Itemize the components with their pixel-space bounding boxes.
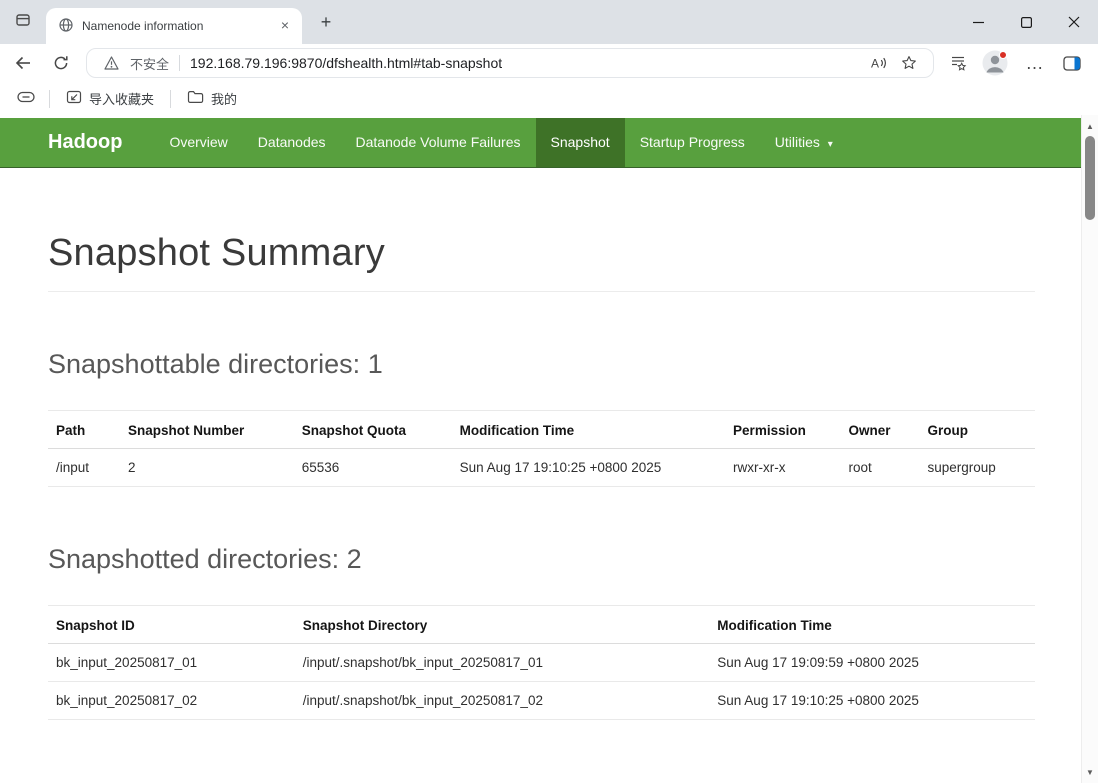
maximize-button[interactable]: [1002, 0, 1050, 44]
column-header-snapshot-quota: Snapshot Quota: [294, 411, 452, 449]
minimize-button[interactable]: [954, 0, 1002, 44]
read-aloud-button[interactable]: A: [866, 51, 890, 75]
cell-path: /input: [48, 449, 120, 487]
cell-permission: rwxr-xr-x: [725, 449, 840, 487]
sidebar-toggle-button[interactable]: [1058, 49, 1086, 77]
cell-snapshot-directory: /input/.snapshot/bk_input_20250817_01: [295, 644, 710, 682]
globe-icon: [58, 17, 74, 36]
browser-tab-strip: Namenode information × +: [0, 0, 1098, 44]
bookmarks-separator: [49, 90, 50, 108]
folder-icon: [187, 90, 204, 107]
table-header-row: Snapshot ID Snapshot Directory Modificat…: [48, 606, 1035, 644]
url-text: 192.168.79.196:9870/dfshealth.html#tab-s…: [190, 55, 502, 71]
vertical-scrollbar[interactable]: ▲ ▼: [1081, 115, 1098, 783]
cell-snapshot-id: bk_input_20250817_02: [48, 682, 295, 720]
table-row: bk_input_20250817_02 /input/.snapshot/bk…: [48, 682, 1035, 720]
table-row: bk_input_20250817_01 /input/.snapshot/bk…: [48, 644, 1035, 682]
tab-close-button[interactable]: ×: [276, 17, 294, 35]
snapshottable-table: Path Snapshot Number Snapshot Quota Modi…: [48, 410, 1035, 487]
column-header-snapshot-number: Snapshot Number: [120, 411, 294, 449]
settings-menu-button[interactable]: …: [1021, 49, 1049, 77]
nav-item-datanode-volume-failures[interactable]: Datanode Volume Failures: [341, 118, 536, 167]
cell-snapshot-directory: /input/.snapshot/bk_input_20250817_02: [295, 682, 710, 720]
scroll-thumb[interactable]: [1085, 136, 1095, 220]
window-controls: [954, 0, 1098, 44]
hadoop-navbar: Hadoop Overview Datanodes Datanode Volum…: [0, 118, 1081, 168]
content-container: Snapshot Summary Snapshottable directori…: [0, 232, 1081, 720]
reading-list-icon: [17, 90, 35, 107]
column-header-owner: Owner: [841, 411, 920, 449]
title-divider: [48, 291, 1035, 292]
back-button[interactable]: [8, 48, 38, 78]
page-title: Snapshot Summary: [48, 232, 1035, 275]
column-header-path: Path: [48, 411, 120, 449]
bookmark-label: 导入收藏夹: [89, 89, 154, 108]
close-window-button[interactable]: [1050, 0, 1098, 44]
nav-item-snapshot[interactable]: Snapshot: [536, 118, 625, 167]
snapshottable-heading: Snapshottable directories: 1: [48, 349, 1035, 380]
table-row: /input 2 65536 Sun Aug 17 19:10:25 +0800…: [48, 449, 1035, 487]
cell-modification-time: Sun Aug 17 19:10:25 +0800 2025: [452, 449, 725, 487]
bookmark-import-favorites[interactable]: 导入收藏夹: [59, 85, 161, 112]
tab-title: Namenode information: [82, 19, 268, 33]
bookmarks-menu-button[interactable]: [12, 86, 40, 112]
nav-item-utilities[interactable]: Utilities ▾: [760, 118, 848, 167]
import-favorites-icon: [66, 90, 82, 107]
column-header-modification-time: Modification Time: [452, 411, 725, 449]
favorite-star-button[interactable]: [897, 51, 921, 75]
browser-tab[interactable]: Namenode information ×: [46, 8, 302, 44]
security-label: 不安全: [130, 54, 169, 73]
nav-item-label: Utilities: [775, 134, 820, 150]
nav-item-startup-progress[interactable]: Startup Progress: [625, 118, 760, 167]
column-header-snapshot-id: Snapshot ID: [48, 606, 295, 644]
scroll-down-button[interactable]: ▼: [1082, 764, 1098, 780]
snapshotted-table: Snapshot ID Snapshot Directory Modificat…: [48, 605, 1035, 720]
address-bar[interactable]: 不安全 192.168.79.196:9870/dfshealth.html#t…: [86, 48, 934, 78]
scroll-up-button[interactable]: ▲: [1082, 118, 1098, 134]
column-header-group: Group: [919, 411, 1035, 449]
not-secure-warning-icon[interactable]: [99, 51, 123, 75]
cell-modification-time: Sun Aug 17 19:09:59 +0800 2025: [709, 644, 1035, 682]
hadoop-brand-link[interactable]: Hadoop: [48, 118, 122, 167]
window-menu-icon: [15, 12, 31, 33]
refresh-button[interactable]: [46, 48, 76, 78]
profile-avatar[interactable]: [981, 49, 1009, 77]
nav-item-overview[interactable]: Overview: [154, 118, 242, 167]
bookmarks-bar: 导入收藏夹 我的: [0, 82, 1098, 115]
table-header-row: Path Snapshot Number Snapshot Quota Modi…: [48, 411, 1035, 449]
cell-group: supergroup: [919, 449, 1035, 487]
bookmark-label: 我的: [211, 89, 237, 108]
bookmark-folder-my[interactable]: 我的: [180, 85, 244, 112]
cell-owner: root: [841, 449, 920, 487]
svg-text:A: A: [871, 57, 879, 71]
notification-dot: [999, 51, 1007, 59]
column-header-modification-time: Modification Time: [709, 606, 1035, 644]
cell-snapshot-id: bk_input_20250817_01: [48, 644, 295, 682]
tab-actions-button[interactable]: [9, 9, 37, 35]
url-separator: [179, 55, 180, 71]
address-toolbar: 不安全 192.168.79.196:9870/dfshealth.html#t…: [0, 44, 1098, 82]
column-header-permission: Permission: [725, 411, 840, 449]
web-page: Hadoop Overview Datanodes Datanode Volum…: [0, 115, 1081, 783]
snapshotted-heading: Snapshotted directories: 2: [48, 544, 1035, 575]
nav-item-datanodes[interactable]: Datanodes: [243, 118, 341, 167]
cell-snapshot-quota: 65536: [294, 449, 452, 487]
column-header-snapshot-directory: Snapshot Directory: [295, 606, 710, 644]
new-tab-button[interactable]: +: [313, 11, 339, 34]
caret-down-icon: ▾: [828, 120, 833, 169]
cell-modification-time: Sun Aug 17 19:10:25 +0800 2025: [709, 682, 1035, 720]
cell-snapshot-number: 2: [120, 449, 294, 487]
favorites-hub-button[interactable]: [944, 49, 972, 77]
bookmarks-separator: [170, 90, 171, 108]
